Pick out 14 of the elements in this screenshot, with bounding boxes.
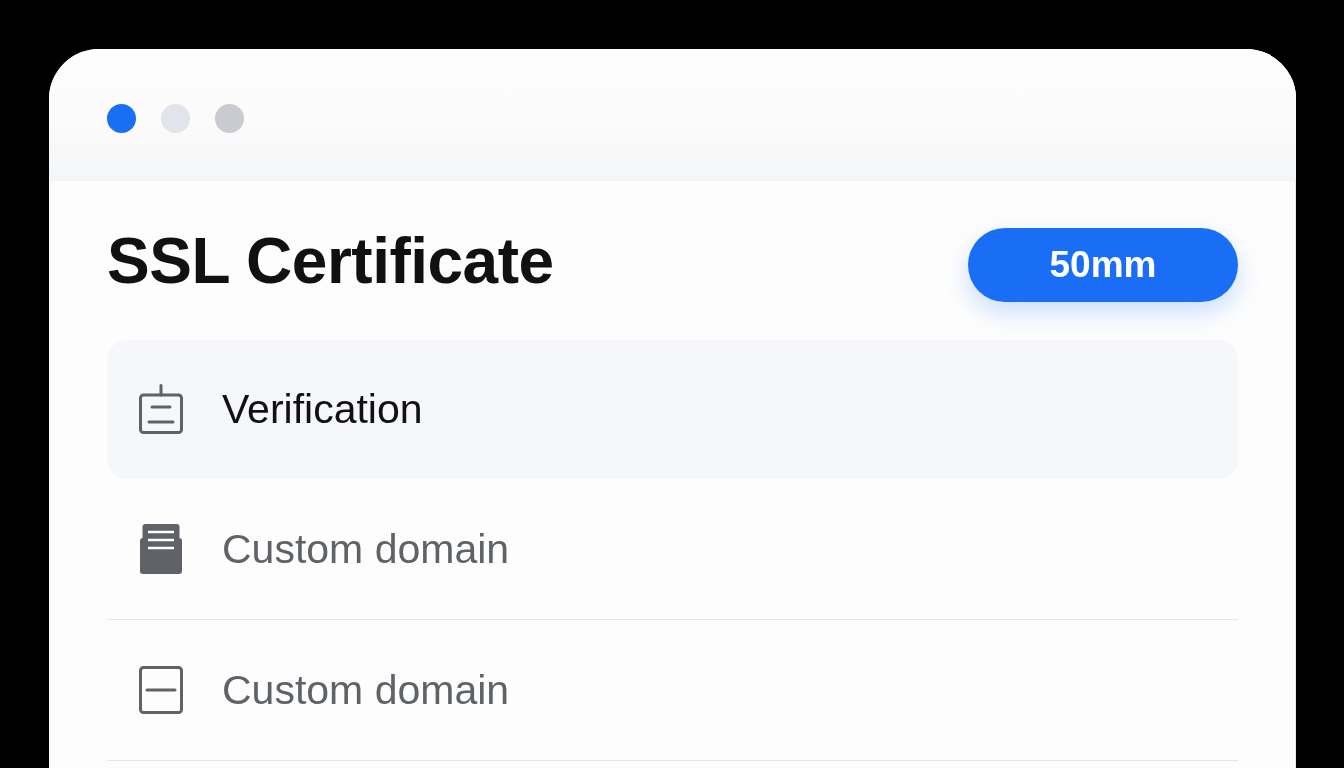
list-item[interactable]: Custom domain: [107, 620, 1238, 761]
minus-square-icon: [139, 666, 183, 714]
window-dot-icon[interactable]: [161, 104, 190, 133]
window-dot-icon[interactable]: [215, 104, 244, 133]
stack-icon: [139, 524, 183, 574]
size-button[interactable]: 50mm: [968, 227, 1238, 302]
page-title: SSL Certificate: [107, 223, 554, 298]
item-label: Custom domain: [222, 525, 510, 573]
item-label: Verification: [222, 385, 423, 433]
list-item[interactable]: Custom domain: [107, 479, 1238, 620]
list-item[interactable]: Verification: [107, 340, 1238, 479]
hanging-badge-icon: [139, 384, 183, 434]
window-dot-icon[interactable]: [107, 104, 136, 133]
item-label: Custom domain: [222, 666, 510, 714]
